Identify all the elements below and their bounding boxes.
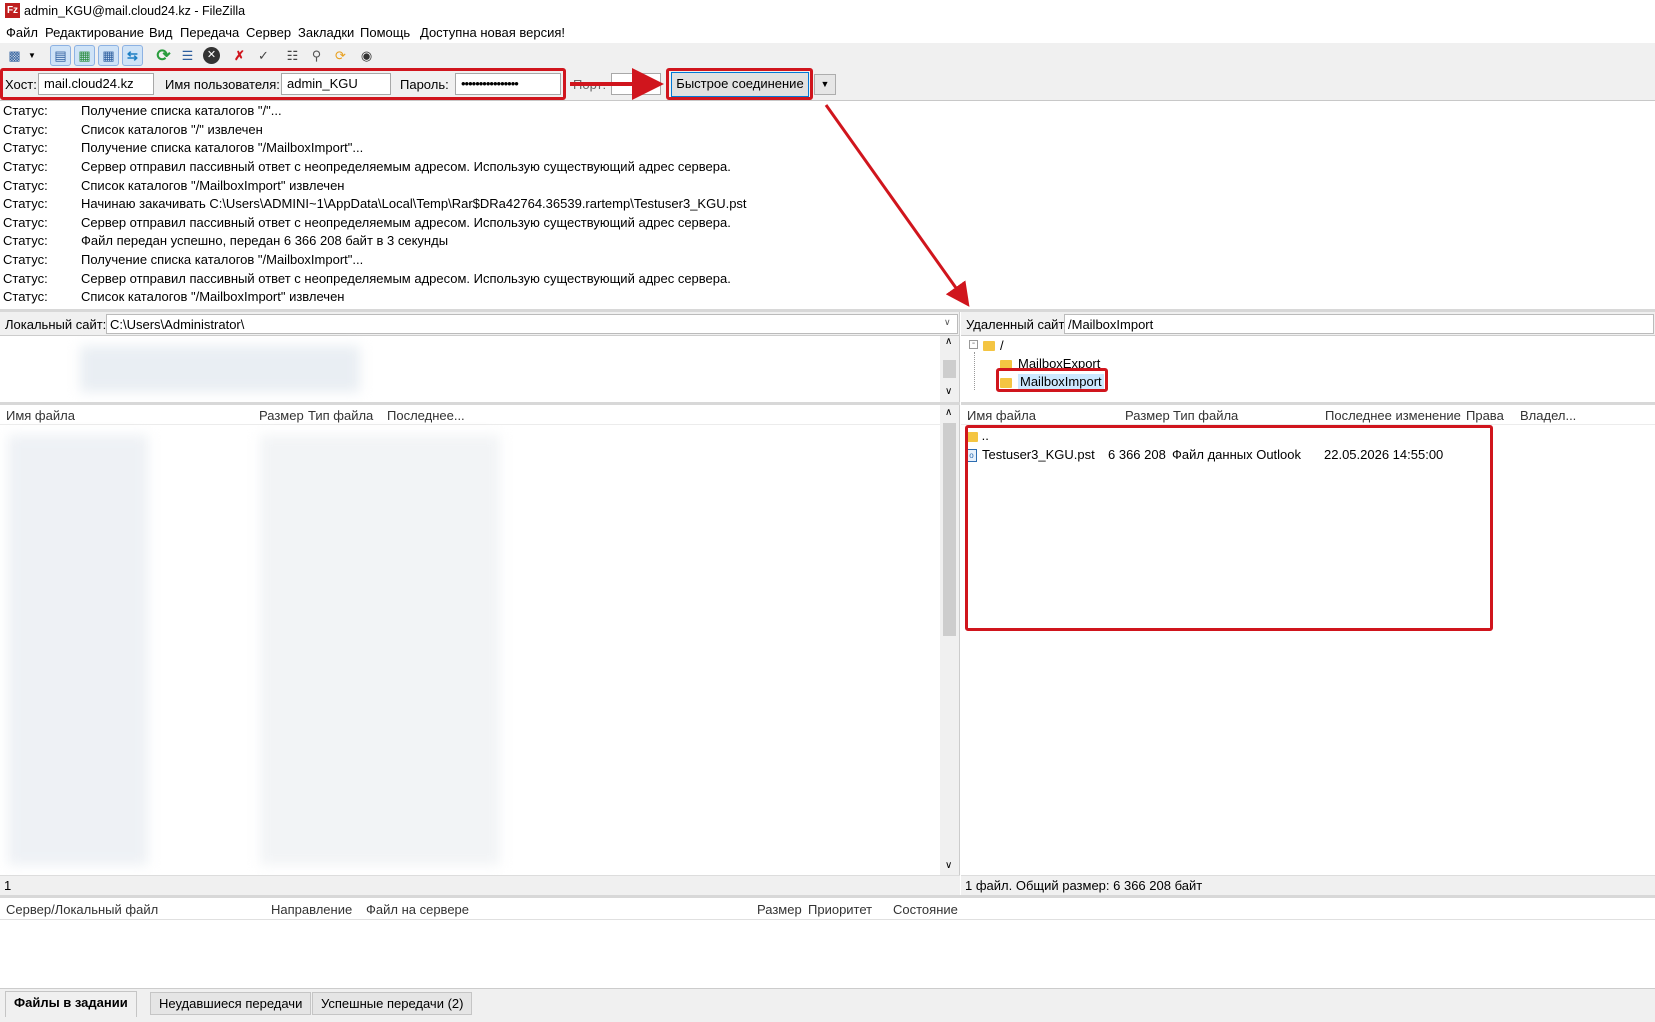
annotation-arrows [570,68,970,307]
arrow-to-remote-site [824,104,970,307]
